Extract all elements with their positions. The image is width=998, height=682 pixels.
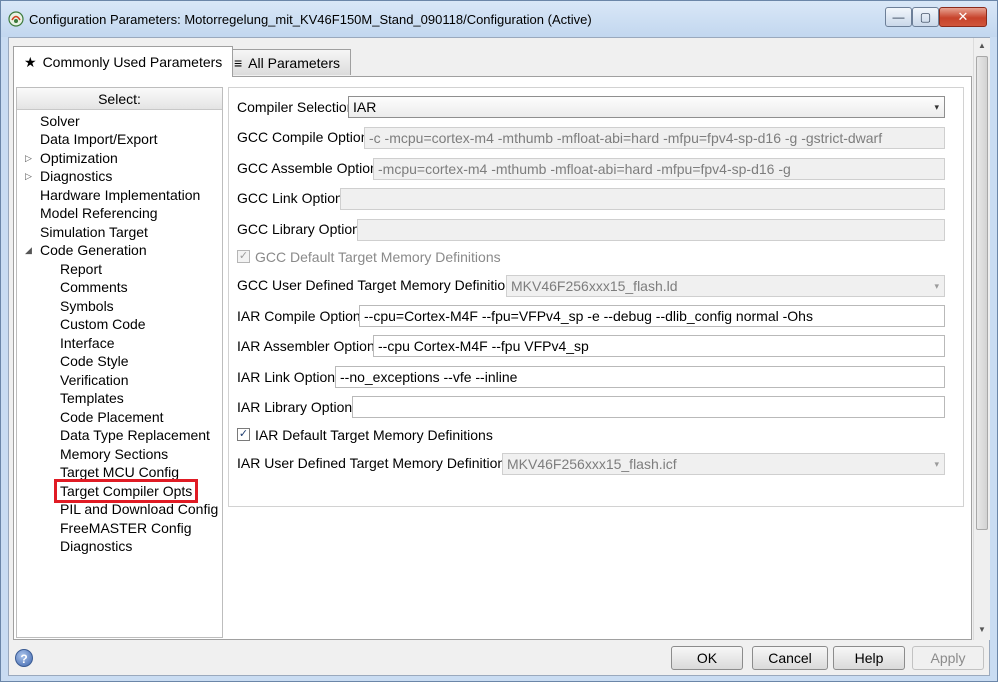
gcc-compile-label: GCC Compile Options [237,129,376,145]
tree-item-hardware-implementation[interactable]: Hardware Implementation [40,186,200,204]
gcc-link-field[interactable] [340,188,945,210]
tab-label: All Parameters [248,54,340,71]
iar-assembler-field[interactable]: --cpu Cortex-M4F --fpu VFPv4_sp [373,335,945,357]
chevron-down-icon: ▾ [934,459,939,469]
close-button[interactable]: ✕ [939,7,987,27]
tree-item-comments[interactable]: Comments [60,278,128,296]
gcc-default-mem-checkbox[interactable]: ✓ [237,250,250,263]
tree-item-target-mcu-config[interactable]: Target MCU Config [60,463,179,481]
tree-item-data-import-export[interactable]: Data Import/Export [40,130,158,148]
tree-item-verification[interactable]: Verification [60,371,128,389]
collapsed-arrow-icon[interactable]: ▷ [25,167,33,185]
iar-library-field[interactable] [352,396,945,418]
iar-link-field[interactable]: --no_exceptions --vfe --inline [335,366,945,388]
gcc-assemble-label: GCC Assemble Options [237,160,385,176]
iar-user-mem-value: MKV46F256xxx15_flash.icf [507,456,677,472]
tree-item-simulation-target[interactable]: Simulation Target [40,223,148,241]
compiler-selection-value: IAR [353,99,377,115]
list-icon: ≡ [234,54,243,71]
iar-compile-field[interactable]: --cpu=Cortex-M4F --fpu=VFPv4_sp -e --deb… [359,305,945,327]
tree-item-pil-and-download-config[interactable]: PIL and Download Config [60,500,218,518]
collapsed-arrow-icon[interactable]: ▷ [25,149,33,167]
apply-button[interactable]: Apply [912,646,984,670]
gcc-user-mem-dropdown[interactable]: MKV46F256xxx15_flash.ld ▾ [506,275,945,297]
scroll-up-icon[interactable]: ▲ [974,38,990,54]
gcc-link-label: GCC Link Options [237,190,350,206]
gcc-default-mem-label: GCC Default Target Memory Definitions [255,249,501,265]
ok-button[interactable]: OK [671,646,743,670]
app-icon [8,11,24,27]
expanded-arrow-icon[interactable]: ◢ [25,241,33,259]
tree-item-code-style[interactable]: Code Style [60,352,128,370]
gcc-user-mem-label: GCC User Defined Target Memory Definitio… [237,277,520,293]
iar-link-label: IAR Link Options [237,369,343,385]
tree-item-symbols[interactable]: Symbols [60,297,114,315]
help-button[interactable]: Help [833,646,905,670]
category-tree: Select: Solver Data Import/Export ▷ Opti… [16,87,223,638]
minimize-icon: — [892,10,905,24]
gcc-assemble-field[interactable]: -mcpu=cortex-m4 -mthumb -mfloat-abi=hard… [373,158,945,180]
tree-item-diagnostics-sub[interactable]: Diagnostics [60,537,132,555]
tree-item-model-referencing[interactable]: Model Referencing [40,204,158,222]
dialog-client-area: ★ Commonly Used Parameters ≡ All Paramet… [8,37,990,676]
compiler-selection-label: Compiler Selection [237,99,355,115]
chevron-down-icon: ▾ [934,102,939,112]
vertical-scrollbar[interactable]: ▲ ▼ [973,38,990,640]
title-bar[interactable]: Configuration Parameters: Motorregelung_… [1,1,997,37]
tree-item-report[interactable]: Report [60,260,102,278]
iar-user-mem-label: IAR User Defined Target Memory Definitio… [237,455,513,471]
tree-header: Select: [17,88,222,110]
compiler-selection-dropdown[interactable]: IAR ▾ [348,96,945,118]
tree-item-interface[interactable]: Interface [60,334,114,352]
tree-item-code-generation[interactable]: Code Generation [40,241,147,259]
maximize-button[interactable]: ▢ [912,7,939,27]
tree-item-optimization[interactable]: Optimization [40,149,118,167]
scroll-down-icon[interactable]: ▼ [974,622,990,638]
help-circle-icon[interactable]: ? [15,649,33,667]
scrollbar-thumb[interactable] [976,56,988,530]
tab-all-parameters[interactable]: ≡ All Parameters [223,49,351,75]
tree-item-templates[interactable]: Templates [60,389,124,407]
tab-commonly-used-parameters[interactable]: ★ Commonly Used Parameters [13,46,234,77]
chevron-down-icon: ▾ [934,281,939,291]
gcc-library-label: GCC Library Options [237,221,367,237]
maximize-icon: ▢ [919,10,932,24]
tree-item-code-placement[interactable]: Code Placement [60,408,164,426]
iar-library-label: IAR Library Options [237,399,360,415]
tab-panel: Select: Solver Data Import/Export ▷ Opti… [13,76,972,640]
iar-user-mem-dropdown[interactable]: MKV46F256xxx15_flash.icf ▾ [502,453,945,475]
tree-item-freemaster-config[interactable]: FreeMASTER Config [60,519,191,537]
gcc-library-field[interactable] [357,219,945,241]
tree-item-solver[interactable]: Solver [40,112,80,130]
tree-item-data-type-replacement[interactable]: Data Type Replacement [60,426,210,444]
close-icon: ✕ [957,9,969,24]
gcc-compile-field[interactable]: -c -mcpu=cortex-m4 -mthumb -mfloat-abi=h… [364,127,945,149]
minimize-button[interactable]: — [885,7,912,27]
iar-assembler-label: IAR Assembler Options [237,338,382,354]
cancel-button[interactable]: Cancel [752,646,828,670]
settings-panel: Compiler Selection IAR ▾ GCC Compile Opt… [228,87,964,507]
dialog-window: Configuration Parameters: Motorregelung_… [0,0,998,682]
tree-item-memory-sections[interactable]: Memory Sections [60,445,168,463]
star-icon: ★ [24,53,37,70]
window-title: Configuration Parameters: Motorregelung_… [29,12,592,27]
iar-default-mem-checkbox[interactable]: ✓ [237,428,250,441]
tab-label: Commonly Used Parameters [42,54,223,70]
iar-default-mem-label: IAR Default Target Memory Definitions [255,427,493,443]
gcc-user-mem-value: MKV46F256xxx15_flash.ld [511,278,678,294]
iar-compile-label: IAR Compile Options [237,308,368,324]
tree-item-target-compiler-opts[interactable]: Target Compiler Opts [53,479,199,503]
tree-item-custom-code[interactable]: Custom Code [60,315,146,333]
tree-item-diagnostics[interactable]: Diagnostics [40,167,112,185]
